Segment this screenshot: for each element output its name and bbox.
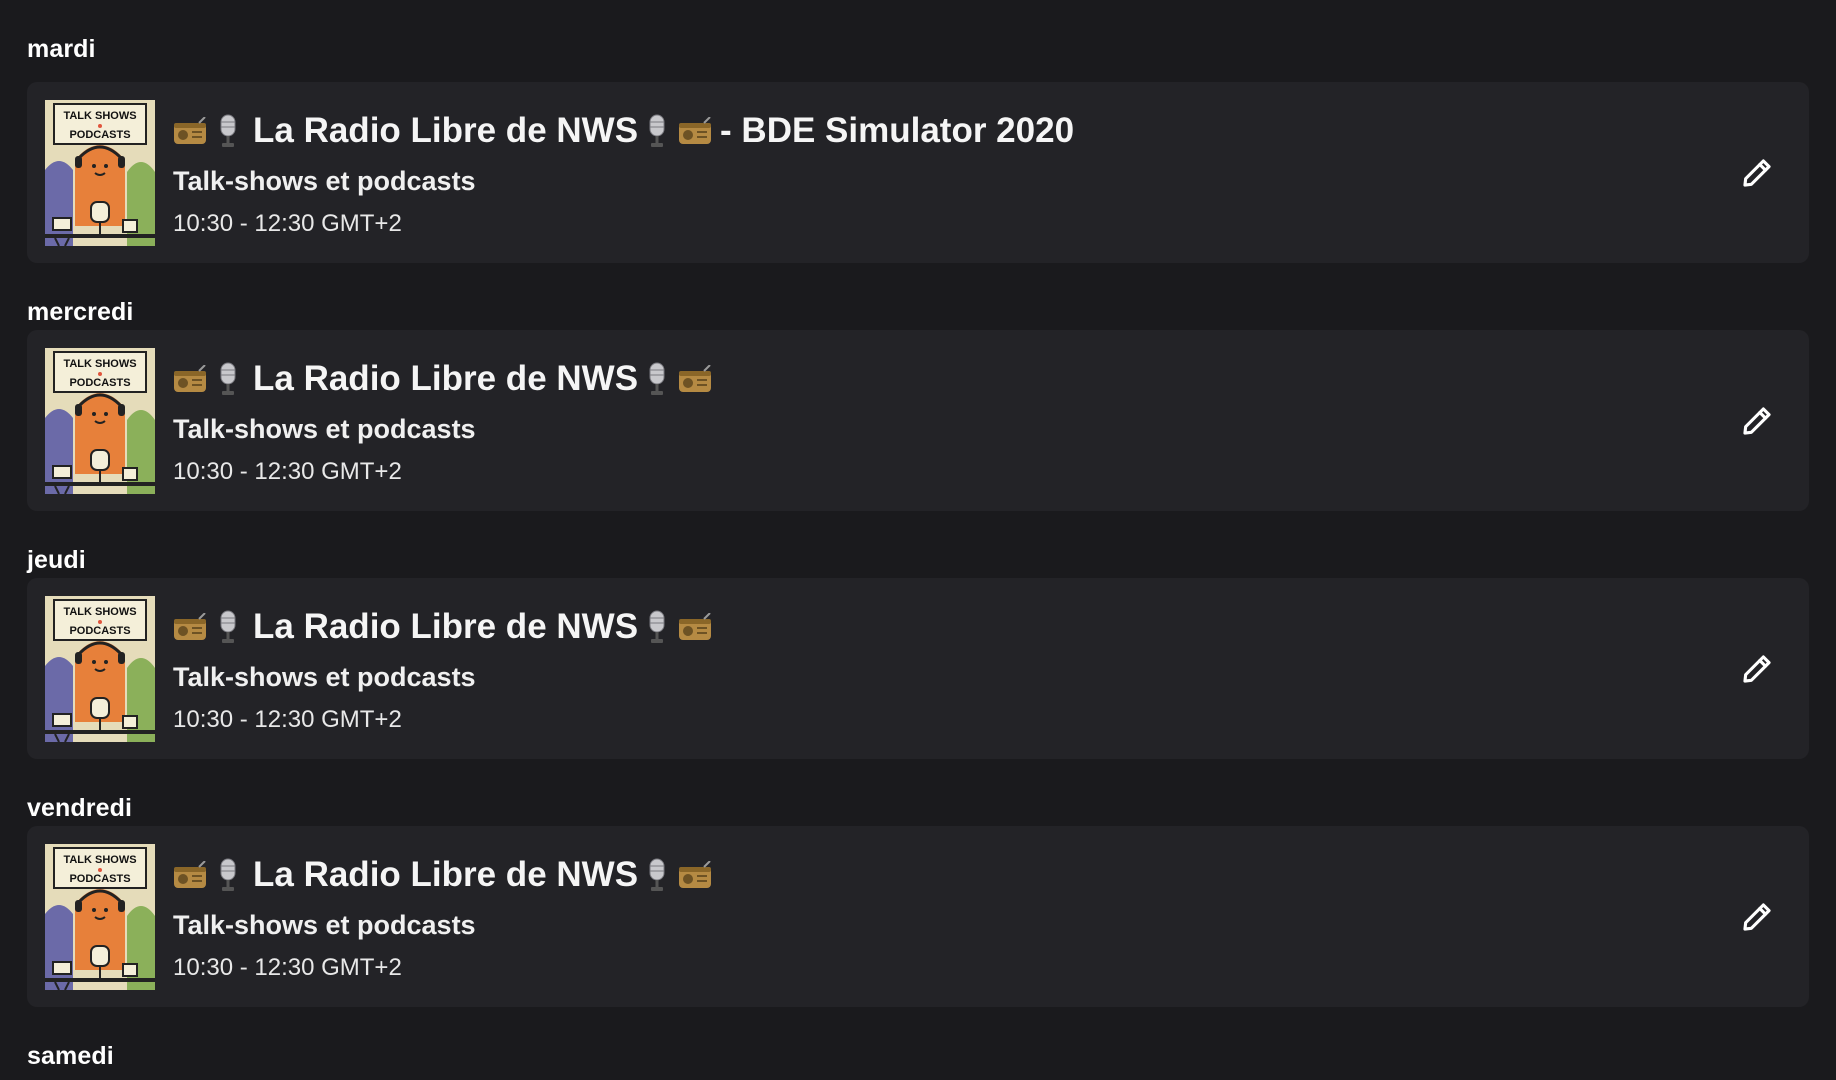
show-card[interactable]: TALK SHOWS PODCASTS La Radio Libre de NW… [27, 82, 1809, 263]
show-time: 10:30 - 12:30 GMT+2 [173, 209, 402, 237]
show-category: Talk-shows et podcasts [173, 165, 476, 196]
radio-icon [679, 860, 712, 888]
svg-text:TALK SHOWS: TALK SHOWS [63, 110, 136, 122]
radio-icon [174, 860, 206, 888]
pencil-icon [1743, 902, 1771, 931]
edit-button[interactable] [1735, 399, 1779, 443]
svg-text:PODCASTS: PODCASTS [69, 873, 130, 885]
days-container: mardi TALK SHOWS PODCASTS La Radio Libre… [27, 0, 1809, 1007]
radio-icon [174, 364, 206, 392]
svg-text:PODCASTS: PODCASTS [69, 377, 130, 389]
show-time: 10:30 - 12:30 GMT+2 [173, 705, 402, 733]
svg-text:TALK SHOWS: TALK SHOWS [63, 358, 136, 370]
show-category: Talk-shows et podcasts [173, 909, 476, 940]
show-title: La Radio Libre de NWS [173, 849, 1735, 901]
pencil-icon [1743, 158, 1771, 187]
day-label-mercredi: mercredi [27, 298, 134, 326]
svg-text:PODCASTS: PODCASTS [69, 625, 130, 637]
day-label-samedi: samedi [27, 1042, 114, 1070]
show-info: La Radio Libre de NWS [173, 596, 1735, 742]
day-block: mardi TALK SHOWS PODCASTS La Radio Libre… [27, 0, 1809, 263]
show-info: La Radio Libre de NWS [173, 348, 1735, 494]
show-title-text: La Radio Libre de NWS [253, 358, 639, 398]
show-title: La Radio Libre de NWS [173, 601, 1735, 653]
show-time: 10:30 - 12:30 GMT+2 [173, 457, 402, 485]
microphone-icon [649, 858, 665, 891]
day-block: vendredi TALK SHOWS PODCASTS La Radio Li… [27, 759, 1809, 1007]
show-card[interactable]: TALK SHOWS PODCASTS La Radio Libre de NW… [27, 826, 1809, 1007]
pencil-icon [1743, 406, 1771, 435]
radio-icon [679, 364, 712, 392]
talk-shows-podcasts-thumbnail: TALK SHOWS PODCASTS [45, 99, 155, 246]
show-title-suffix: - BDE Simulator 2020 [720, 110, 1075, 150]
edit-button[interactable] [1735, 151, 1779, 195]
microphone-icon [649, 114, 665, 147]
microphone-icon [220, 362, 236, 395]
show-card[interactable]: TALK SHOWS PODCASTS La Radio Libre de NW… [27, 330, 1809, 511]
show-title: La Radio Libre de NWS [173, 353, 1735, 405]
show-info: La Radio Libre de NWS [173, 100, 1735, 246]
edit-button[interactable] [1735, 895, 1779, 939]
day-label-mardi: mardi [27, 35, 96, 63]
svg-text:PODCASTS: PODCASTS [69, 129, 130, 141]
schedule-list: mardi TALK SHOWS PODCASTS La Radio Libre… [0, 0, 1836, 1080]
day-block: jeudi TALK SHOWS PODCASTS La Radio Libre… [27, 511, 1809, 759]
pencil-icon [1743, 654, 1771, 683]
microphone-icon [220, 114, 236, 147]
show-info: La Radio Libre de NWS [173, 844, 1735, 990]
radio-icon [174, 612, 206, 640]
show-title: La Radio Libre de NWS [173, 105, 1735, 157]
show-time: 10:30 - 12:30 GMT+2 [173, 953, 402, 981]
microphone-icon [649, 610, 665, 643]
microphone-icon [649, 362, 665, 395]
show-category: Talk-shows et podcasts [173, 413, 476, 444]
talk-shows-podcasts-thumbnail: TALK SHOWS PODCASTS [45, 347, 155, 494]
radio-icon [174, 116, 206, 144]
talk-shows-podcasts-thumbnail: TALK SHOWS PODCASTS [45, 595, 155, 742]
show-card[interactable]: TALK SHOWS PODCASTS La Radio Libre de NW… [27, 578, 1809, 759]
microphone-icon [220, 610, 236, 643]
svg-text:TALK SHOWS: TALK SHOWS [63, 854, 136, 866]
microphone-icon [220, 858, 236, 891]
talk-shows-podcasts-thumbnail: TALK SHOWS PODCASTS [45, 843, 155, 990]
day-block: mercredi TALK SHOWS PODCASTS La Radio Li… [27, 263, 1809, 511]
show-title-text: La Radio Libre de NWS [253, 110, 639, 150]
show-title-text: La Radio Libre de NWS [253, 854, 639, 894]
show-title-text: La Radio Libre de NWS [253, 606, 639, 646]
svg-text:TALK SHOWS: TALK SHOWS [63, 606, 136, 618]
radio-icon [679, 116, 712, 144]
day-label-vendredi: vendredi [27, 794, 132, 822]
day-label-jeudi: jeudi [27, 546, 86, 574]
radio-icon [679, 612, 712, 640]
edit-button[interactable] [1735, 647, 1779, 691]
show-category: Talk-shows et podcasts [173, 661, 476, 692]
